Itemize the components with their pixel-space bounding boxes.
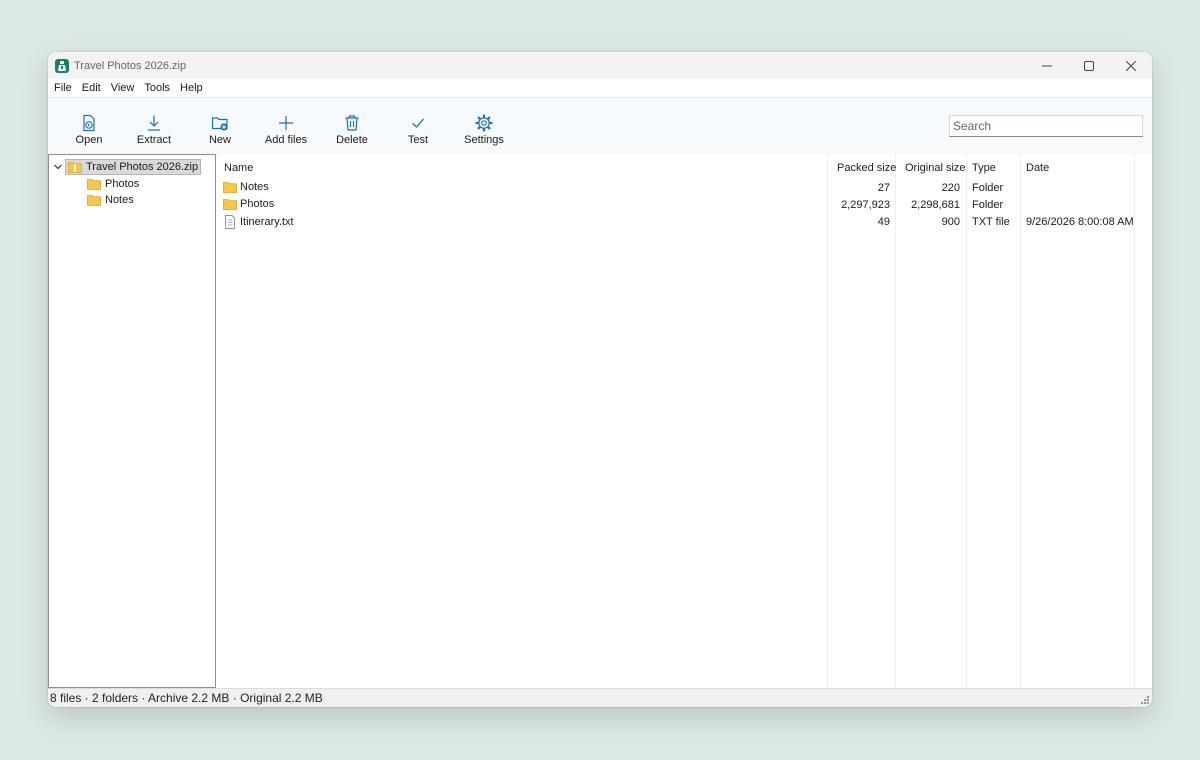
folder-icon <box>223 182 237 193</box>
status-text: 8 files · 2 folders · Archive 2.2 MB · O… <box>50 691 323 705</box>
new-archive-button[interactable]: New <box>187 114 253 146</box>
extract-label: Extract <box>136 134 172 146</box>
type-cell: TXT file <box>972 216 1010 228</box>
text-file-icon <box>225 215 235 229</box>
table-row[interactable]: Notes <box>223 181 269 193</box>
resize-grip-icon[interactable] <box>1140 695 1150 705</box>
original-size-cell: 2,298,681 <box>911 199 960 211</box>
maximize-icon <box>1084 60 1094 71</box>
close-icon <box>1126 60 1136 71</box>
column-header-type[interactable]: Type <box>972 162 996 174</box>
status-bar: 8 files · 2 folders · Archive 2.2 MB · O… <box>48 688 1152 707</box>
add-files-label: Add files <box>264 134 308 146</box>
packed-size-cell: 2,297,923 <box>841 199 890 211</box>
search-input[interactable] <box>949 115 1143 137</box>
table-row[interactable]: Photos <box>223 198 274 210</box>
file-list[interactable]: Name Packed size Original size Type Date… <box>218 154 1152 688</box>
zip-archive-icon <box>68 161 82 173</box>
folder-icon <box>87 194 101 206</box>
menu-help[interactable]: Help <box>180 79 209 97</box>
gear-icon <box>475 114 493 132</box>
menu-bar: File Edit View Tools Help <box>48 79 1152 97</box>
column-divider[interactable] <box>1134 154 1135 688</box>
new-folder-icon <box>211 117 228 131</box>
table-row[interactable]: Itinerary.txt <box>223 215 294 229</box>
folder-tree[interactable]: Travel Photos 2026.zip Photos Notes <box>48 154 216 688</box>
settings-button[interactable]: Settings <box>451 114 517 146</box>
packed-size-cell: 27 <box>877 182 890 194</box>
original-size-cell: 220 <box>941 182 960 194</box>
folder-icon <box>87 178 101 190</box>
folder-icon <box>223 199 237 210</box>
file-name: Notes <box>240 181 269 193</box>
tree-item-label: Photos <box>105 177 140 190</box>
type-cell: Folder <box>972 182 1004 194</box>
test-label: Test <box>407 134 429 146</box>
tree-item-photos[interactable]: Photos <box>87 176 139 191</box>
close-button[interactable] <box>1110 52 1152 79</box>
original-size-cell: 900 <box>941 216 960 228</box>
archive-app-icon <box>55 59 69 73</box>
file-name: Photos <box>240 198 275 210</box>
column-header-original-size[interactable]: Original size <box>905 162 966 174</box>
extract-icon <box>148 115 160 131</box>
open-label: Open <box>75 134 103 146</box>
window-title: Travel Photos 2026.zip <box>74 60 187 72</box>
column-divider[interactable] <box>895 154 896 688</box>
menu-tools[interactable]: Tools <box>144 79 176 97</box>
type-cell: Folder <box>972 199 1004 211</box>
toolbar: Open Extract New Add files Delete Test S… <box>48 97 1152 155</box>
open-button[interactable]: Open <box>56 114 122 146</box>
tree-root-selection[interactable]: Travel Photos 2026.zip <box>65 158 202 175</box>
test-button[interactable]: Test <box>385 114 451 146</box>
extract-button[interactable]: Extract <box>121 114 187 146</box>
column-divider[interactable] <box>966 154 967 688</box>
tree-root-node[interactable]: Travel Photos 2026.zip <box>53 158 202 175</box>
menu-edit[interactable]: Edit <box>82 79 107 97</box>
tree-item-notes[interactable]: Notes <box>87 192 134 207</box>
column-divider[interactable] <box>827 154 828 688</box>
app-window: Travel Photos 2026.zip File Edit View To… <box>48 52 1152 707</box>
tree-item-label: Notes <box>105 193 134 206</box>
open-icon <box>83 114 95 132</box>
tree-root-label: Travel Photos 2026.zip <box>86 160 199 173</box>
minimize-icon <box>1042 65 1052 66</box>
minimize-button[interactable] <box>1026 52 1068 79</box>
menu-view[interactable]: View <box>111 79 141 97</box>
new-label: New <box>208 134 231 146</box>
column-header-packed-size[interactable]: Packed size <box>837 162 896 174</box>
column-header-date[interactable]: Date <box>1026 162 1049 174</box>
plus-icon <box>279 116 293 130</box>
maximize-button[interactable] <box>1068 52 1110 79</box>
title-bar[interactable]: Travel Photos 2026.zip <box>48 52 1152 79</box>
menu-file[interactable]: File <box>54 79 78 97</box>
delete-button[interactable]: Delete <box>319 114 385 146</box>
settings-label: Settings <box>464 134 504 146</box>
chevron-down-icon[interactable] <box>53 162 63 172</box>
checkmark-icon <box>412 118 424 128</box>
column-header-name[interactable]: Name <box>224 162 253 174</box>
packed-size-cell: 49 <box>877 216 890 228</box>
add-files-button[interactable]: Add files <box>253 114 319 146</box>
column-divider[interactable] <box>1020 154 1021 688</box>
file-name: Itinerary.txt <box>240 216 294 228</box>
date-cell: 9/26/2026 8:00:08 AM <box>1026 216 1134 228</box>
trash-icon <box>345 115 359 131</box>
delete-label: Delete <box>336 134 368 146</box>
